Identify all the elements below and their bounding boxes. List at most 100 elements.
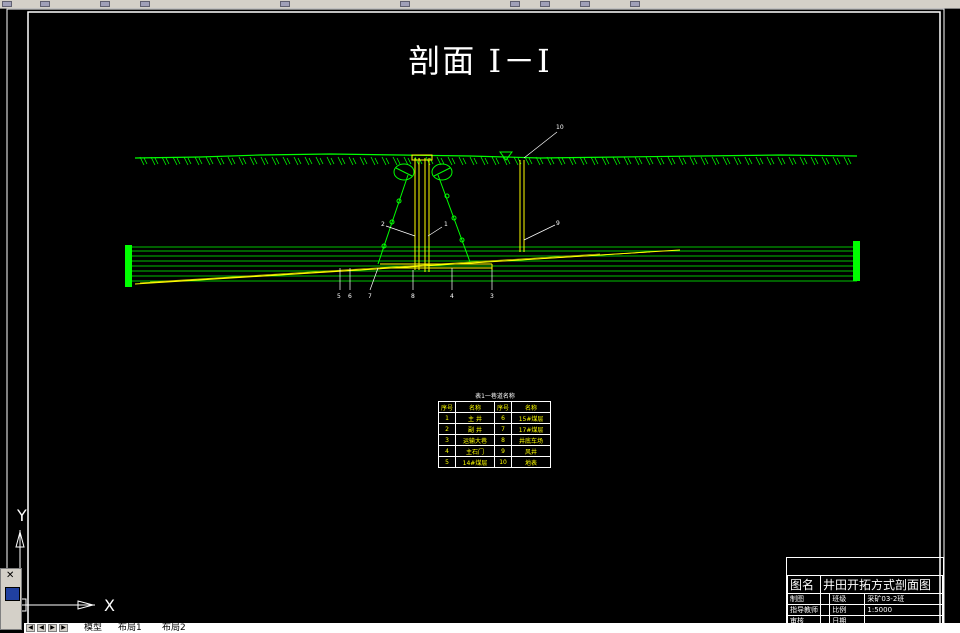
title-block-cell: 采矿03-2班: [864, 593, 943, 605]
last-tab-icon[interactable]: ▶: [59, 624, 68, 632]
tab-layout1[interactable]: 布局1: [116, 623, 144, 633]
first-tab-icon[interactable]: ◀: [26, 624, 35, 632]
ground-hatch-tick: [612, 156, 621, 166]
title-block-cell: 比例: [829, 604, 866, 616]
tab-layout2[interactable]: 布局2: [160, 623, 188, 633]
tab-model[interactable]: 模型: [82, 623, 104, 633]
ground-hatch-tick: [689, 156, 698, 166]
seam-end-marker-left: [125, 245, 132, 287]
toolbar-button[interactable]: [280, 1, 290, 7]
inclined-seams: [134, 249, 681, 285]
legend-cell: 副 井: [455, 423, 496, 435]
ground-hatch-tick: [579, 156, 588, 166]
ground-hatch-tick: [337, 156, 346, 166]
drawing-canvas[interactable]: 10 2 1 9 5 6 7 8 4 3: [0, 8, 960, 623]
ground-hatch-tick: [381, 156, 390, 166]
ground-hatch-tick: [645, 156, 654, 166]
title-block-cell: 制图: [787, 593, 821, 605]
headframes: [393, 163, 453, 181]
title-block-cell: 1:5000: [864, 604, 943, 616]
legend-row: 5 14#煤层 10 地表: [437, 456, 552, 468]
label-9: 9: [556, 220, 560, 227]
ground-hatch-tick: [282, 156, 291, 166]
ground-hatch-tick: [634, 156, 643, 166]
ucs-icon: [13, 530, 95, 612]
toolbar-button[interactable]: [400, 1, 410, 7]
ground-hatch-tick: [480, 156, 489, 166]
drawing-title: 剖面 Ⅰ－Ⅰ: [408, 42, 552, 80]
close-icon[interactable]: ✕: [6, 570, 14, 581]
label-8: 8: [411, 293, 415, 300]
label-10: 10: [556, 124, 564, 131]
legend-cell: 7: [494, 423, 513, 435]
ground-hatch-tick: [172, 156, 181, 166]
title-block: 图名 井田开拓方式剖面图 制图 班级 采矿03-2班 指导教师 比例 1:5000 审核 日期: [786, 557, 944, 627]
ucs-y-label: Y: [17, 506, 27, 525]
label-6: 6: [348, 293, 352, 300]
toolbar-button[interactable]: [100, 1, 110, 7]
drawing-name: 井田开拓方式剖面图: [820, 575, 943, 594]
prev-tab-icon[interactable]: ◀: [37, 624, 46, 632]
ground-hatch-tick: [304, 156, 313, 166]
toolbar-button[interactable]: [540, 1, 550, 7]
ground-hatch-tick: [799, 156, 808, 166]
ground-hatch-tick: [227, 156, 236, 166]
title-block-cell: [819, 604, 831, 616]
ground-hatch-tick: [700, 156, 709, 166]
ground-hatch-tick: [326, 156, 335, 166]
legend-cell: 3: [437, 434, 457, 446]
ground-hatch-tick: [183, 156, 192, 166]
ground-hatch-tick: [194, 156, 203, 166]
ground-hatch-tick: [733, 156, 742, 166]
legend-header: 名称: [455, 401, 496, 413]
ground-hatch-tick: [777, 156, 786, 166]
toolbar-button[interactable]: [510, 1, 520, 7]
legend-cell: 主石门: [455, 445, 496, 457]
ground-hatch-tick: [667, 156, 676, 166]
ground-hatch-tick: [810, 156, 819, 166]
ground-hatch-tick: [161, 156, 170, 166]
legend-cell: 5: [437, 456, 457, 468]
ground-hatch-tick: [590, 156, 599, 166]
toolbar-button[interactable]: [140, 1, 150, 7]
title-block-row: 指导教师 比例 1:5000: [787, 604, 943, 616]
legend-cell: 15#煤层: [511, 412, 552, 424]
legend-cell: 17#煤层: [511, 423, 552, 435]
toolbar-button[interactable]: [2, 1, 12, 7]
ground-hatch-tick: [249, 156, 258, 166]
toolbar-button[interactable]: [580, 1, 590, 7]
legend-table: 序号 名称 序号 名称 1主 井 6 15#煤层 2 副 井 7 17#煤层 3 运输大巷 8 井底…: [437, 401, 552, 468]
toolbar-button[interactable]: [40, 1, 50, 7]
title-block-name-row: 图名 井田开拓方式剖面图: [787, 575, 943, 594]
ground-hatch-tick: [458, 156, 467, 166]
ground-hatch-tick: [359, 156, 368, 166]
ground-hatch-tick: [447, 156, 456, 166]
legend-cell: 6: [494, 412, 513, 424]
legend-cell: 10: [494, 456, 513, 468]
label-4: 4: [450, 293, 454, 300]
ground-hatch-tick: [348, 156, 357, 166]
title-block-cell: 班级: [829, 593, 866, 605]
ground-hatch-tick: [744, 156, 753, 166]
legend-cell: 运输大巷: [455, 434, 496, 446]
tool-palette[interactable]: ✕: [0, 568, 22, 630]
ucs-x-label: X: [104, 596, 115, 615]
outer-frame: [6, 8, 945, 623]
next-tab-icon[interactable]: ▶: [48, 624, 57, 632]
toolbar-button[interactable]: [630, 1, 640, 7]
layout-tabs: ◀ ◀ ▶ ▶ 模型 布局1 布局2: [24, 623, 960, 633]
legend-row: 1主 井 6 15#煤层: [437, 412, 552, 424]
legend-header-row: 序号 名称 序号 名称: [437, 401, 552, 413]
legend-caption: 表1一巷道名称: [475, 393, 515, 400]
window-icon[interactable]: [5, 587, 20, 601]
legend-cell: 9: [494, 445, 513, 457]
label-2: 2: [381, 221, 385, 228]
legend-cell: 风井: [511, 445, 552, 457]
label-7: 7: [368, 293, 372, 300]
ground-hatch-tick: [205, 156, 214, 166]
legend-cell: 14#煤层: [455, 456, 496, 468]
inner-frame: [27, 11, 941, 623]
label-3: 3: [490, 293, 494, 300]
ground-hatch-tick: [832, 156, 841, 166]
legend-header: 名称: [511, 401, 552, 413]
